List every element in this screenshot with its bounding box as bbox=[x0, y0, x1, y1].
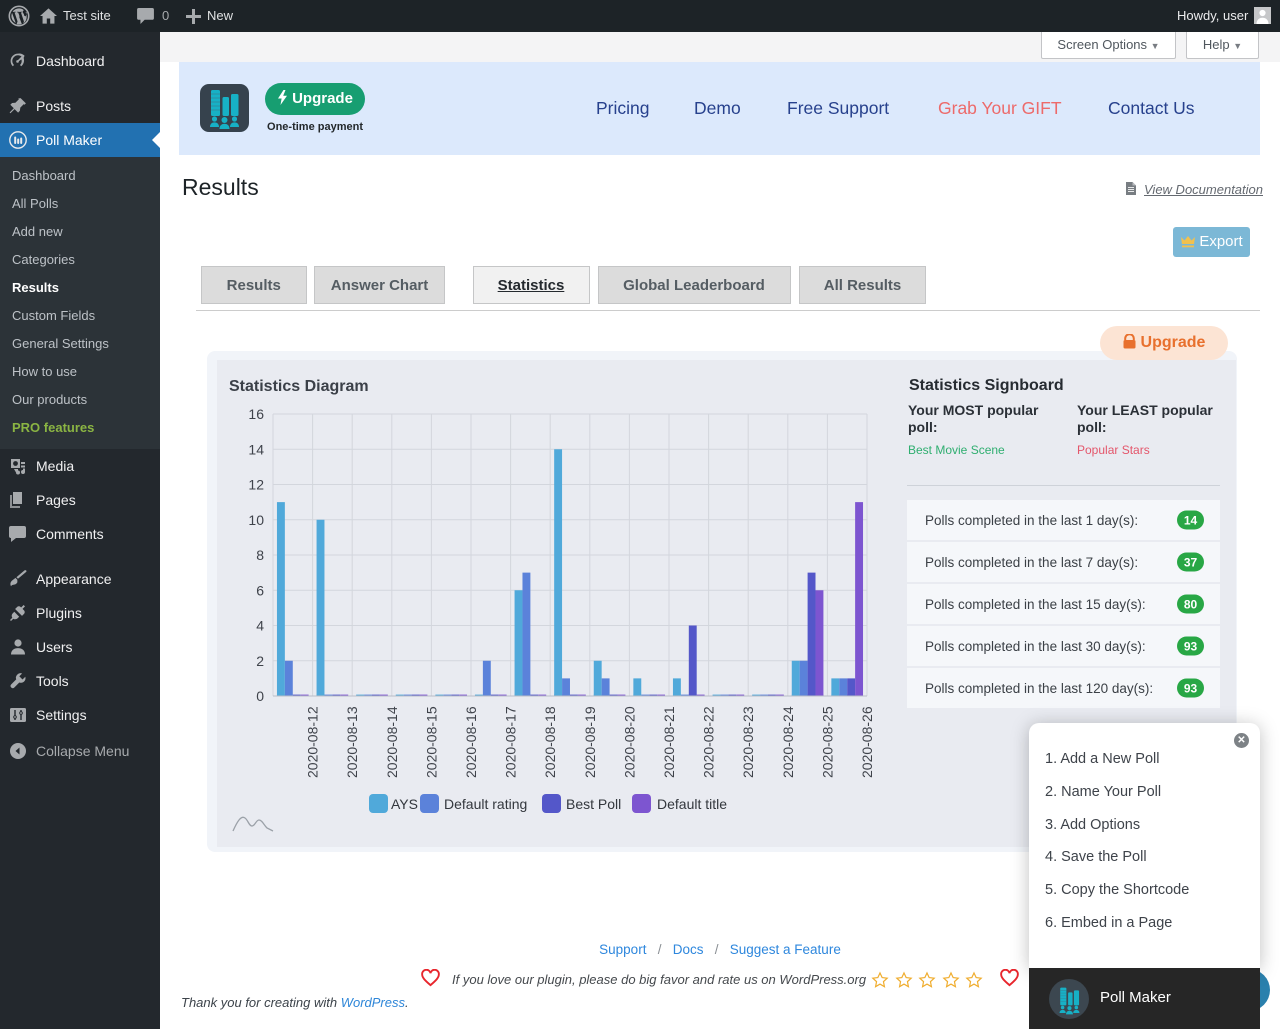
svg-text:Statistics Diagram: Statistics Diagram bbox=[229, 378, 369, 395]
svg-text:16: 16 bbox=[248, 406, 264, 422]
svg-text:2020-08-24: 2020-08-24 bbox=[780, 706, 796, 778]
svg-text:2020-08-12: 2020-08-12 bbox=[305, 706, 321, 778]
svg-text:Polls completed in the last 1: Polls completed in the last 1 day(s): bbox=[925, 513, 1138, 528]
svg-text:2020-08-18: 2020-08-18 bbox=[542, 706, 558, 778]
svg-text:Polls completed in the last 12: Polls completed in the last 120 day(s): bbox=[925, 681, 1153, 696]
svg-text:Your LEAST popular: Your LEAST popular bbox=[1077, 402, 1213, 418]
svg-text:2020-08-23: 2020-08-23 bbox=[740, 706, 756, 778]
svg-text:0: 0 bbox=[256, 688, 264, 704]
svg-text:2020-08-14: 2020-08-14 bbox=[384, 706, 400, 778]
svg-text:Default rating: Default rating bbox=[444, 796, 527, 812]
svg-text:Polls completed in the last 30: Polls completed in the last 30 day(s): bbox=[925, 639, 1146, 654]
svg-text:12: 12 bbox=[248, 477, 264, 493]
svg-text:2020-08-16: 2020-08-16 bbox=[463, 706, 479, 778]
svg-text:Polls completed in the last 15: Polls completed in the last 15 day(s): bbox=[925, 597, 1146, 612]
svg-text:2020-08-19: 2020-08-19 bbox=[582, 706, 598, 778]
svg-text:2: 2 bbox=[256, 653, 264, 669]
svg-text:2020-08-25: 2020-08-25 bbox=[819, 706, 835, 778]
svg-text:2020-08-17: 2020-08-17 bbox=[503, 706, 519, 778]
svg-text:6: 6 bbox=[256, 582, 264, 598]
svg-text:2020-08-22: 2020-08-22 bbox=[701, 706, 717, 778]
svg-text:poll:: poll: bbox=[1077, 419, 1107, 435]
svg-text:2020-08-26: 2020-08-26 bbox=[859, 706, 875, 778]
svg-text:4: 4 bbox=[256, 618, 264, 634]
svg-text:Statistics Signboard: Statistics Signboard bbox=[909, 377, 1064, 394]
svg-text:2020-08-21: 2020-08-21 bbox=[661, 706, 677, 778]
svg-text:Best Poll: Best Poll bbox=[566, 796, 621, 812]
svg-text:Best Movie Scene: Best Movie Scene bbox=[908, 443, 1005, 457]
svg-text:93: 93 bbox=[1184, 682, 1198, 696]
svg-text:2020-08-13: 2020-08-13 bbox=[344, 706, 360, 778]
svg-text:14: 14 bbox=[1184, 514, 1198, 528]
svg-text:14: 14 bbox=[248, 441, 264, 457]
svg-text:2020-08-20: 2020-08-20 bbox=[621, 706, 637, 778]
svg-text:80: 80 bbox=[1184, 598, 1198, 612]
svg-text:Your MOST popular: Your MOST popular bbox=[908, 402, 1039, 418]
svg-text:poll:: poll: bbox=[908, 419, 938, 435]
svg-text:Default title: Default title bbox=[657, 796, 727, 812]
svg-text:Popular Stars: Popular Stars bbox=[1077, 443, 1150, 457]
svg-text:2020-08-15: 2020-08-15 bbox=[423, 706, 439, 778]
svg-text:Polls completed in the last 7: Polls completed in the last 7 day(s): bbox=[925, 555, 1138, 570]
svg-text:AYS: AYS bbox=[391, 796, 418, 812]
svg-text:37: 37 bbox=[1184, 556, 1198, 570]
svg-text:8: 8 bbox=[256, 547, 264, 563]
svg-text:10: 10 bbox=[248, 512, 264, 528]
svg-text:93: 93 bbox=[1184, 640, 1198, 654]
